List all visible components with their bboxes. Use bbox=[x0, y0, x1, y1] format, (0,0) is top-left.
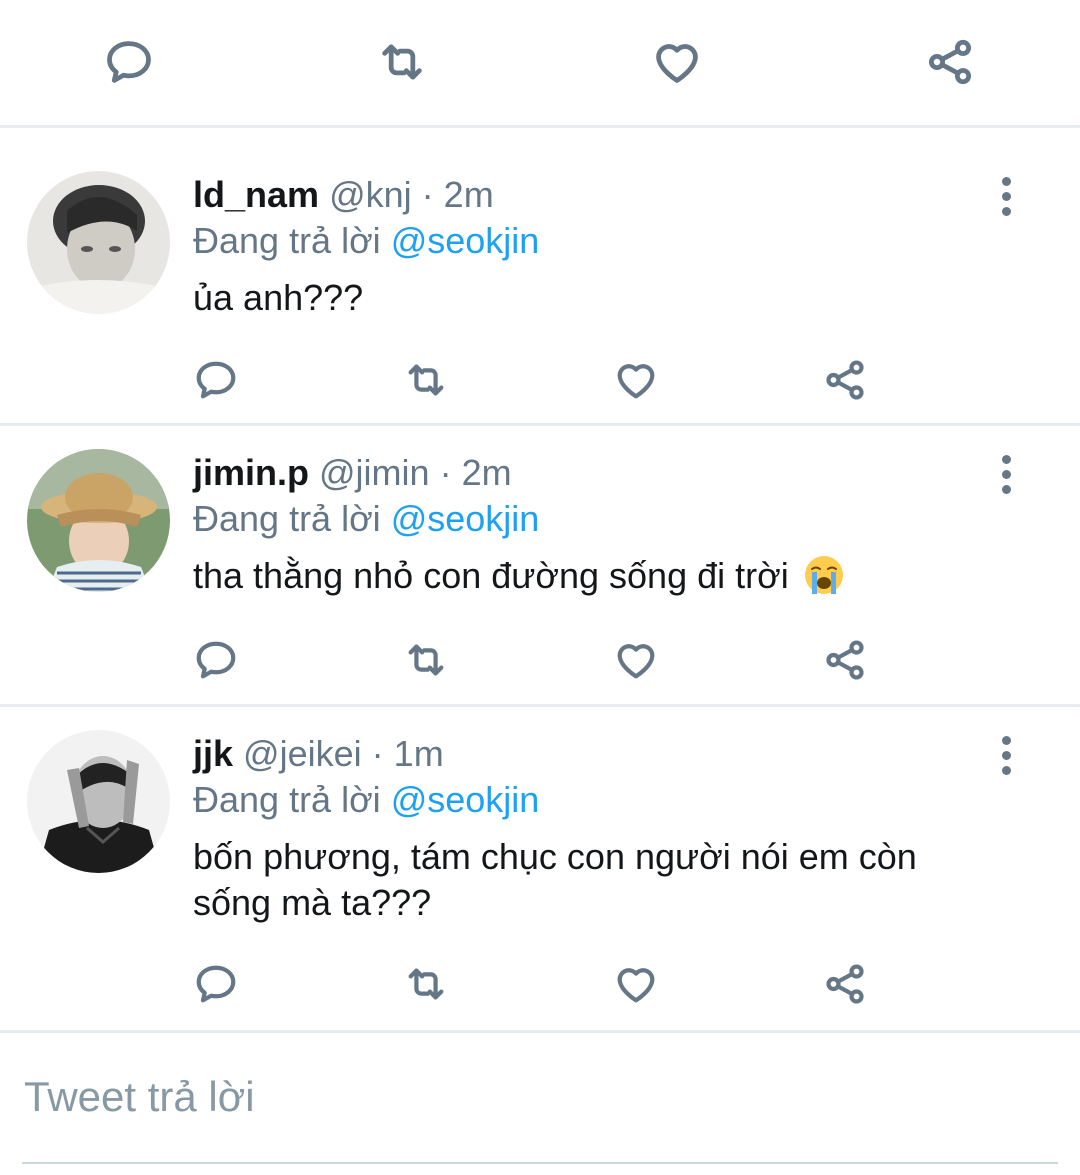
reply-icon[interactable] bbox=[103, 36, 155, 88]
main-tweet-actions bbox=[0, 0, 1080, 128]
replying-to: Đang trả lời @seokjin bbox=[193, 497, 539, 541]
reply-icon[interactable] bbox=[193, 357, 239, 403]
tweet-text-content: tha thằng nhỏ con đường sống đi trời bbox=[193, 555, 789, 596]
reply-input-underline bbox=[22, 1162, 1058, 1164]
replying-to: Đang trả lời @seokjin bbox=[193, 778, 539, 822]
mention-link[interactable]: @seokjin bbox=[391, 220, 540, 261]
more-options-icon[interactable] bbox=[994, 455, 1018, 495]
replying-to-label: Đang trả lời bbox=[193, 779, 381, 820]
replying-to-label: Đang trả lời bbox=[193, 498, 381, 539]
replying-to: Đang trả lời @seokjin bbox=[193, 219, 539, 263]
share-icon[interactable] bbox=[822, 961, 868, 1007]
retweet-icon[interactable] bbox=[403, 357, 449, 403]
reply-tweet[interactable]: ld_nam @knj · 2m Đang trả lời @seokjin ủ… bbox=[0, 131, 1080, 426]
user-handle[interactable]: @jimin bbox=[319, 452, 430, 493]
like-icon[interactable] bbox=[613, 357, 659, 403]
timestamp[interactable]: 2m bbox=[462, 452, 512, 493]
like-icon[interactable] bbox=[651, 36, 703, 88]
timestamp[interactable]: 1m bbox=[394, 733, 444, 774]
tweet-text: ủa anh??? bbox=[193, 277, 364, 318]
more-options-icon[interactable] bbox=[994, 736, 1018, 776]
like-icon[interactable] bbox=[613, 637, 659, 683]
display-name[interactable]: jimin.p bbox=[193, 452, 309, 493]
avatar[interactable] bbox=[27, 171, 170, 314]
tweet-actions bbox=[0, 637, 1080, 687]
mention-link[interactable]: @seokjin bbox=[391, 498, 540, 539]
display-name[interactable]: ld_nam bbox=[193, 174, 319, 215]
retweet-icon[interactable] bbox=[376, 36, 428, 88]
tweet-actions bbox=[0, 961, 1080, 1011]
share-icon[interactable] bbox=[822, 357, 868, 403]
tweet-header: jimin.p @jimin · 2m bbox=[193, 451, 512, 495]
display-name[interactable]: jjk bbox=[193, 733, 233, 774]
separator-dot: · bbox=[421, 174, 434, 215]
timestamp[interactable]: 2m bbox=[444, 174, 494, 215]
share-icon[interactable] bbox=[822, 637, 868, 683]
loudly-crying-face-emoji bbox=[803, 554, 845, 596]
user-handle[interactable]: @jeikei bbox=[243, 733, 362, 774]
reply-icon[interactable] bbox=[193, 637, 239, 683]
avatar[interactable] bbox=[27, 449, 170, 592]
reply-tweet[interactable]: jjk @jeikei · 1m Đang trả lời @seokjin b… bbox=[0, 690, 1080, 1033]
retweet-icon[interactable] bbox=[403, 961, 449, 1007]
mention-link[interactable]: @seokjin bbox=[391, 779, 540, 820]
tweet-text: tha thằng nhỏ con đường sống đi trời bbox=[193, 553, 993, 599]
replying-to-label: Đang trả lời bbox=[193, 220, 381, 261]
separator-dot: · bbox=[371, 733, 384, 774]
tweet-header: jjk @jeikei · 1m bbox=[193, 732, 444, 776]
reply-composer[interactable]: Tweet trả lời bbox=[0, 1032, 1080, 1175]
more-options-icon[interactable] bbox=[994, 177, 1018, 217]
tweet-header: ld_nam @knj · 2m bbox=[193, 173, 494, 217]
share-icon[interactable] bbox=[924, 36, 976, 88]
reply-input[interactable]: Tweet trả lời bbox=[24, 1072, 255, 1122]
reply-icon[interactable] bbox=[193, 961, 239, 1007]
like-icon[interactable] bbox=[613, 961, 659, 1007]
retweet-icon[interactable] bbox=[403, 637, 449, 683]
tweet-text: bốn phương, tám chục con người nói em cò… bbox=[193, 836, 917, 923]
tweet-actions bbox=[0, 357, 1080, 407]
separator-dot: · bbox=[439, 452, 452, 493]
user-handle[interactable]: @knj bbox=[329, 174, 412, 215]
reply-tweet[interactable]: jimin.p @jimin · 2m Đang trả lời @seokji… bbox=[0, 409, 1080, 707]
avatar[interactable] bbox=[27, 730, 170, 873]
